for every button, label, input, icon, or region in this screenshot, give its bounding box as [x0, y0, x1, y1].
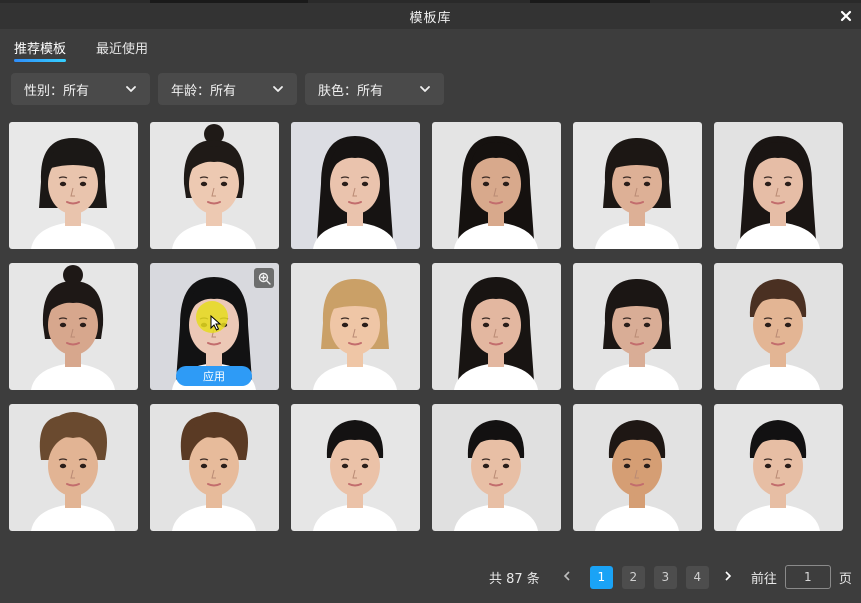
portrait-image [9, 263, 138, 390]
template-card[interactable] [150, 404, 279, 531]
gender-filter-select[interactable]: 性别：所有 [11, 73, 150, 105]
template-card[interactable] [291, 122, 420, 249]
template-library-window: 模板库 推荐模板 最近使用 性别：所有 年龄：所有 肤色：所有 应用 共 87 … [0, 0, 861, 603]
template-card[interactable] [150, 122, 279, 249]
template-card[interactable] [432, 122, 561, 249]
tab-recent[interactable]: 最近使用 [96, 38, 148, 62]
age-filter-select[interactable]: 年龄：所有 [158, 73, 297, 105]
next-page-button[interactable] [719, 570, 737, 584]
portrait-image [432, 122, 561, 249]
filter-bar: 性别：所有 年龄：所有 肤色：所有 [11, 73, 444, 105]
age-filter-label: 年龄：所有 [171, 83, 237, 99]
prev-page-button[interactable] [558, 570, 576, 584]
page-button-2[interactable]: 2 [621, 565, 645, 589]
zoom-in-icon [258, 272, 271, 285]
portrait-image [150, 404, 279, 531]
portrait-image [291, 263, 420, 390]
chevron-down-icon [126, 86, 136, 92]
portrait-image [714, 122, 843, 249]
skin-tone-filter-label: 肤色：所有 [318, 83, 384, 99]
chevron-left-icon [563, 571, 570, 581]
apply-button[interactable]: 应用 [176, 366, 252, 386]
total-count: 共 87 条 [489, 571, 540, 587]
template-card[interactable] [714, 404, 843, 531]
tab-bar: 推荐模板 最近使用 [14, 38, 148, 62]
page-button-3[interactable]: 3 [653, 565, 677, 589]
portrait-image [432, 404, 561, 531]
template-card[interactable] [9, 122, 138, 249]
template-card[interactable] [573, 404, 702, 531]
template-card[interactable]: 应用 [150, 263, 279, 390]
chevron-down-icon [273, 86, 283, 92]
portrait-image [291, 122, 420, 249]
window-title: 模板库 [409, 10, 452, 26]
goto-page-input[interactable]: 1 [784, 565, 831, 589]
close-icon [840, 10, 852, 22]
template-card[interactable] [573, 122, 702, 249]
portrait-image [291, 404, 420, 531]
template-card[interactable] [9, 404, 138, 531]
template-card[interactable] [714, 122, 843, 249]
zoom-button[interactable] [254, 268, 274, 288]
page-button-4[interactable]: 4 [685, 565, 709, 589]
portrait-image [573, 263, 702, 390]
template-card[interactable] [432, 263, 561, 390]
template-grid: 应用 [9, 122, 843, 531]
goto-label: 前往 [750, 571, 777, 587]
portrait-image [9, 404, 138, 531]
pagination: 共 87 条 1 2 3 4 前往 1 页 [489, 565, 852, 589]
portrait-image [150, 122, 279, 249]
template-card[interactable] [714, 263, 843, 390]
close-button[interactable] [837, 7, 855, 25]
template-card[interactable] [291, 263, 420, 390]
tab-recommended[interactable]: 推荐模板 [14, 38, 67, 62]
template-card[interactable] [573, 263, 702, 390]
chevron-down-icon [420, 86, 430, 92]
portrait-image [432, 263, 561, 390]
skin-tone-filter-select[interactable]: 肤色：所有 [305, 73, 444, 105]
page-unit-label: 页 [838, 571, 852, 587]
title-bar: 模板库 [0, 3, 861, 29]
portrait-image [9, 122, 138, 249]
template-card[interactable] [291, 404, 420, 531]
mouse-cursor-icon [210, 315, 222, 331]
template-card[interactable] [9, 263, 138, 390]
template-card[interactable] [432, 404, 561, 531]
page-button-1[interactable]: 1 [589, 565, 613, 589]
portrait-image [573, 122, 702, 249]
portrait-image [573, 404, 702, 531]
chevron-right-icon [725, 571, 731, 581]
gender-filter-label: 性别：所有 [24, 83, 90, 99]
portrait-image [714, 404, 843, 531]
portrait-image [714, 263, 843, 390]
